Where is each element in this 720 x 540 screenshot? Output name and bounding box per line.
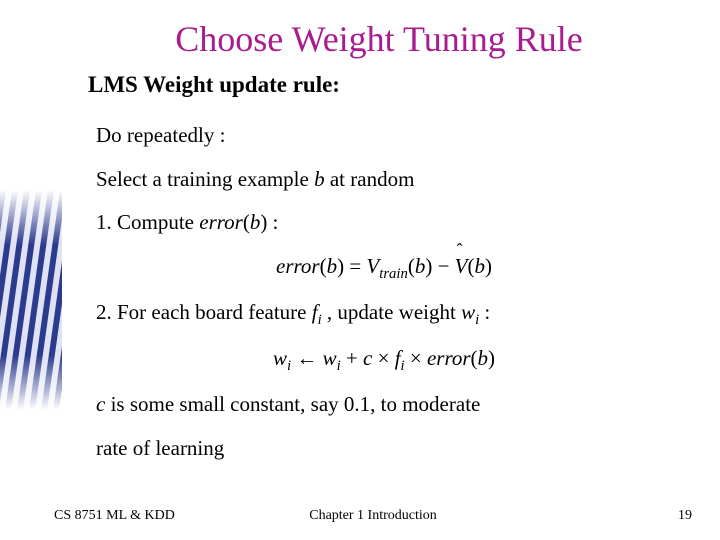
slide-title: Choose Weight Tuning Rule [86,18,672,60]
slide-body: Do repeatedly : Select a training exampl… [96,120,672,464]
var-b: b [327,254,338,278]
text: at random [325,167,415,191]
colon: : [479,300,490,324]
line-note2: rate of learning [96,433,672,465]
var-b: b [478,346,489,370]
text: Select a training example [96,167,314,191]
decorative-stripes [0,190,62,410]
equation-error: error(b) = Vtrain(b) − V(b) [96,251,672,285]
text: 2. For each board feature [96,300,312,324]
times: × [405,346,427,370]
slide-footer: CS 8751 ML & KDD Chapter 1 Introduction … [0,508,720,524]
text: is some small constant, say 0.1, to mode… [105,392,480,416]
var-w: w [323,346,337,370]
var-b: b [250,210,261,234]
var-c: c [363,346,372,370]
text: , update weight [322,300,461,324]
var-b: b [474,254,485,278]
sub-train: train [379,266,408,282]
error-fn: error [427,346,471,370]
equals: = [344,254,366,278]
line-note1: c is some small constant, say 0.1, to mo… [96,389,672,421]
subtitle: LMS Weight update rule: [88,72,672,98]
line-step1: 1. Compute error(b) : [96,207,672,239]
var-b: b [314,167,325,191]
minus: − [432,254,454,278]
assign-arrow: ← [291,346,323,370]
footer-page-number: 19 [678,508,692,524]
text: 1. Compute [96,210,199,234]
slide: Choose Weight Tuning Rule LMS Weight upd… [0,0,720,540]
line-select: Select a training example b at random [96,164,672,196]
var-c: c [96,392,105,416]
times: × [372,346,394,370]
var-w: w [461,300,475,324]
var-V: V [366,254,379,278]
var-b: b [415,254,426,278]
error-fn: error [276,254,320,278]
var-Vhat: V [455,251,468,283]
footer-left: CS 8751 ML & KDD [54,508,175,524]
error-fn: error [199,210,243,234]
var-w: w [273,346,287,370]
equation-update: wi ← wi + c × fi × error(b) [96,343,672,377]
line-step2: 2. For each board feature fi , update we… [96,297,672,331]
plus: + [341,346,363,370]
line-repeat: Do repeatedly : [96,120,672,152]
